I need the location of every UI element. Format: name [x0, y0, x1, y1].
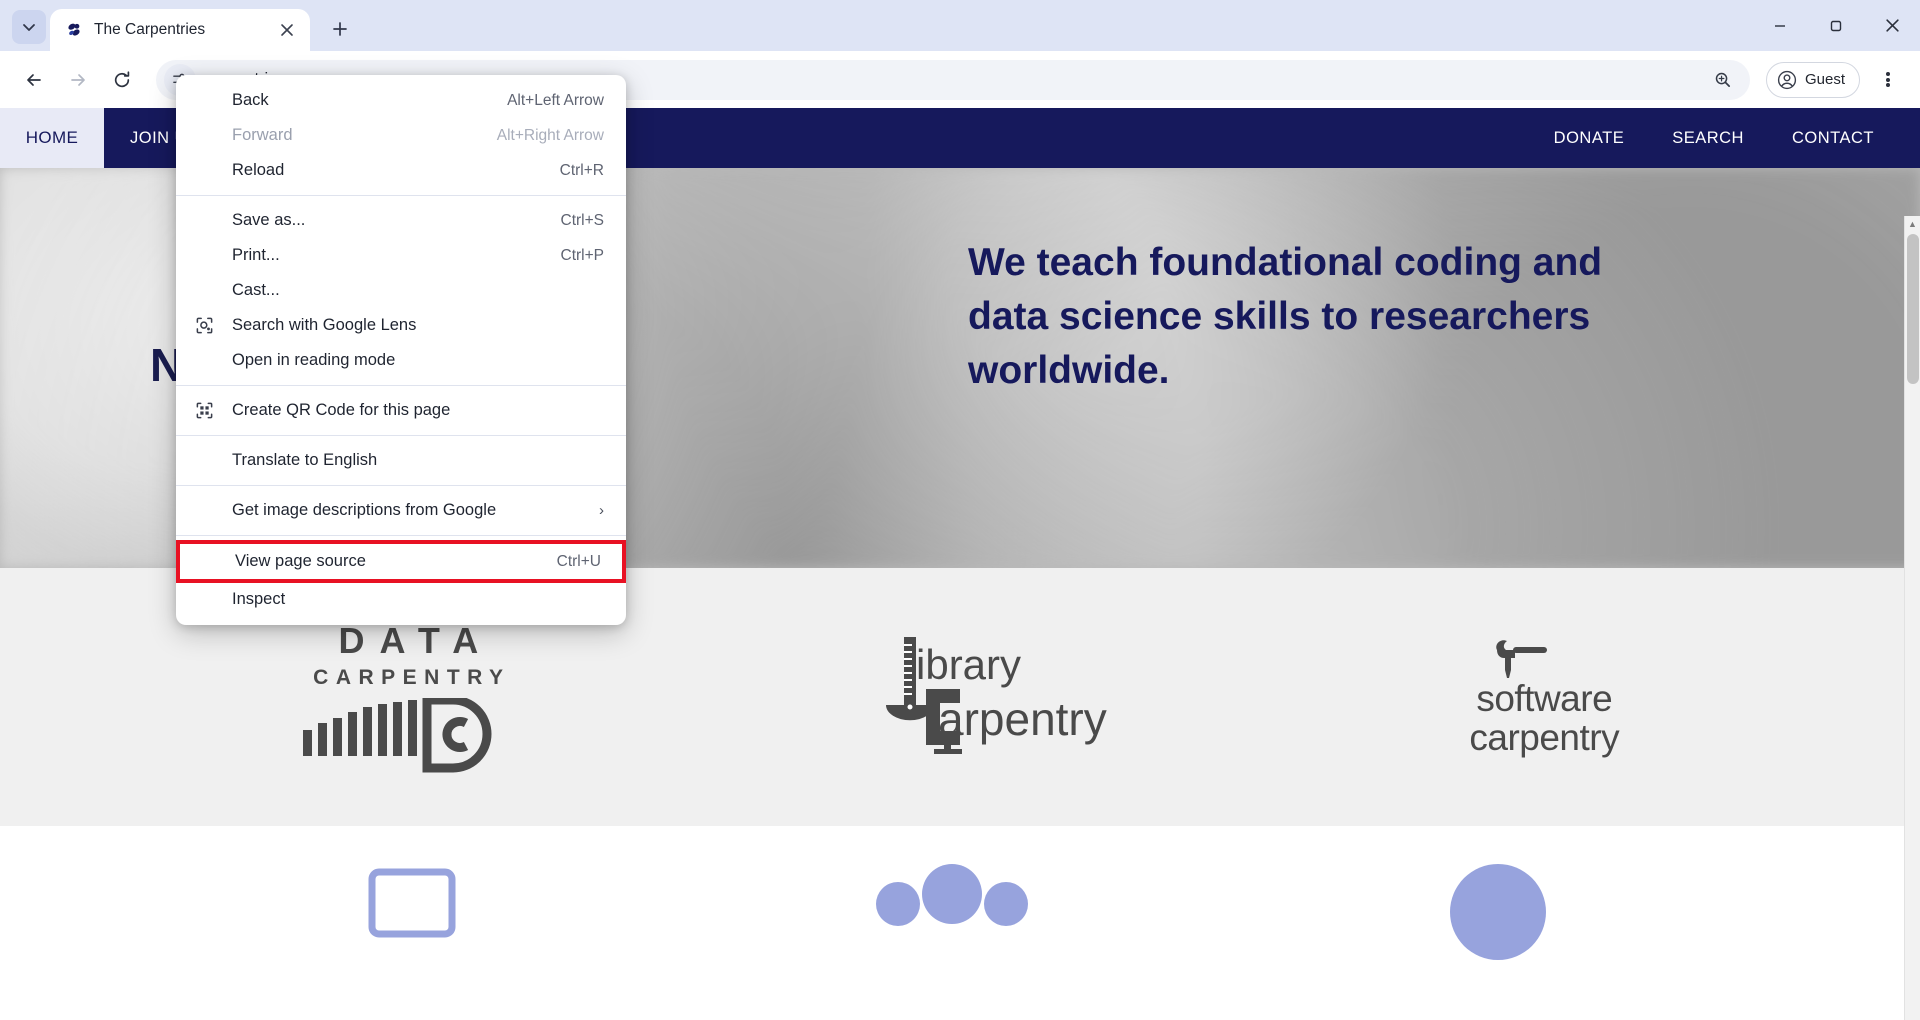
menu-item-shortcut: Alt+Left Arrow	[507, 91, 604, 109]
tab-search-button[interactable]	[12, 10, 46, 44]
page-scrollbar[interactable]: ▲	[1904, 216, 1920, 1020]
features-icons	[0, 826, 1920, 960]
menu-item-save-as[interactable]: Save as... Ctrl+S	[176, 203, 626, 238]
laptop-icon	[368, 868, 456, 938]
features-strip	[0, 826, 1920, 976]
menu-item-label: Open in reading mode	[232, 351, 396, 369]
menu-item-label: Create QR Code for this page	[232, 401, 451, 419]
scrollbar-thumb[interactable]	[1907, 234, 1919, 384]
chevron-down-icon	[23, 24, 35, 31]
menu-separator	[176, 195, 626, 196]
menu-separator	[176, 435, 626, 436]
svg-text:ibrary: ibrary	[916, 641, 1021, 688]
nav-item-search[interactable]: SEARCH	[1648, 108, 1768, 168]
hero-headline: We teach foundational coding and data sc…	[968, 241, 1603, 392]
minimize-button[interactable]	[1752, 0, 1808, 51]
new-tab-button[interactable]	[322, 11, 358, 47]
menu-item-shortcut: Ctrl+R	[559, 161, 604, 179]
zoom-magnifier-icon	[1716, 72, 1731, 88]
hammer-and-nail-icon	[1496, 640, 1548, 679]
reload-button[interactable]	[102, 60, 142, 100]
menu-item-view-page-source[interactable]: View page source Ctrl+U	[176, 540, 626, 583]
context-menu[interactable]: Back Alt+Left Arrow Forward Alt+Right Arrow…	[176, 75, 626, 625]
menu-item-label: Back	[232, 91, 269, 109]
menu-item-shortcut: Ctrl+P	[560, 246, 605, 264]
menu-item-forward: Forward Alt+Right Arrow	[176, 118, 626, 153]
profile-button[interactable]: Guest	[1765, 61, 1860, 98]
menu-item-label: Get image descriptions from Google	[232, 501, 497, 519]
people-group-icon	[875, 864, 1028, 926]
maximize-button[interactable]	[1808, 0, 1864, 51]
plus-icon	[333, 22, 347, 36]
menu-item-shortcut: Alt+Right Arrow	[496, 126, 604, 144]
carpentries-logo-icon	[68, 23, 80, 36]
browser-tab[interactable]: The Carpentries	[50, 9, 310, 51]
menu-item-shortcut: Ctrl+U	[556, 552, 601, 570]
software-carpentry-line1: software	[1476, 678, 1613, 720]
menu-item-print[interactable]: Print... Ctrl+P	[176, 238, 626, 273]
profile-label: Guest	[1804, 71, 1845, 88]
back-button[interactable]	[14, 60, 54, 100]
menu-item-create-qr-code-for-this-page[interactable]: Create QR Code for this page	[176, 393, 626, 428]
menu-item-reload[interactable]: Reload Ctrl+R	[176, 153, 626, 188]
software-carpentry-logo[interactable]: software carpentry	[1469, 636, 1620, 758]
menu-item-label: Print...	[232, 246, 280, 264]
nav-item-donate[interactable]: DONATE	[1530, 108, 1649, 168]
menu-item-back[interactable]: Back Alt+Left Arrow	[176, 83, 626, 118]
reload-icon	[114, 70, 130, 87]
menu-item-label: Forward	[232, 126, 293, 144]
menu-item-label: Inspect	[232, 590, 286, 608]
tab-strip: The Carpentries	[0, 0, 1920, 51]
tab-title: The Carpentries	[94, 21, 206, 38]
zoom-indicator-button[interactable]	[1708, 65, 1738, 95]
library-carpentry-logo[interactable]: ibrary arpentry	[878, 627, 1108, 767]
window-close-button[interactable]	[1864, 0, 1920, 51]
menu-item-label: Search with Google Lens	[232, 316, 417, 334]
menu-item-label: Reload	[232, 161, 285, 179]
menu-item-label: Translate to English	[232, 451, 378, 469]
google-lens-icon	[176, 316, 232, 335]
browser-window: The Carpentries Guest HOME JOIN US DONAT…	[0, 0, 1920, 1020]
data-carpentry-line2: CARPENTRY	[313, 666, 511, 689]
nav-item-home[interactable]: HOME	[0, 108, 104, 168]
menu-item-label: Save as...	[232, 211, 306, 229]
back-arrow-icon	[27, 73, 41, 86]
scroll-up-button[interactable]: ▲	[1905, 216, 1920, 232]
menu-item-search-with-google-lens[interactable]: Search with Google Lens	[176, 308, 626, 343]
window-controls	[1752, 0, 1920, 51]
window-close-icon	[1885, 19, 1899, 32]
menu-item-label: Cast...	[232, 281, 280, 299]
qr-code-icon	[176, 401, 232, 420]
menu-item-open-in-reading-mode[interactable]: Open in reading mode	[176, 343, 626, 378]
menu-item-inspect[interactable]: Inspect	[176, 582, 626, 617]
menu-item-cast[interactable]: Cast...	[176, 273, 626, 308]
chevron-right-icon: ›	[599, 502, 604, 519]
data-carpentry-line1: DATA	[338, 620, 494, 661]
menu-item-shortcut: Ctrl+S	[560, 211, 605, 229]
minimize-icon	[1775, 24, 1785, 27]
software-carpentry-line2: carpentry	[1469, 717, 1620, 758]
profile-avatar-icon	[1777, 70, 1797, 89]
globe-icon	[1450, 864, 1547, 960]
data-carpentry-barcode-icon	[302, 698, 492, 773]
three-dot-menu-button[interactable]	[1870, 62, 1906, 98]
menu-separator	[176, 535, 626, 536]
menu-separator	[176, 485, 626, 486]
menu-item-label: View page source	[235, 552, 366, 570]
svg-text:arpentry: arpentry	[938, 693, 1107, 745]
forward-arrow-icon	[71, 73, 85, 86]
library-carpentry-mark-icon: ibrary arpentry	[885, 637, 1107, 754]
menu-separator	[176, 385, 626, 386]
menu-item-translate-to-english[interactable]: Translate to English	[176, 443, 626, 478]
close-icon	[281, 24, 293, 36]
nav-item-contact[interactable]: CONTACT	[1768, 108, 1898, 168]
three-dot-menu-icon	[1886, 70, 1890, 88]
data-carpentry-logo[interactable]: DATA CARPENTRY	[301, 620, 516, 774]
maximize-icon	[1830, 20, 1842, 31]
tab-close-button[interactable]	[274, 17, 300, 43]
nav-secondary-links: DONATE SEARCH CONTACT	[1530, 108, 1898, 168]
forward-button[interactable]	[58, 60, 98, 100]
menu-item-get-image-descriptions-from-google[interactable]: Get image descriptions from Google ›	[176, 493, 626, 528]
